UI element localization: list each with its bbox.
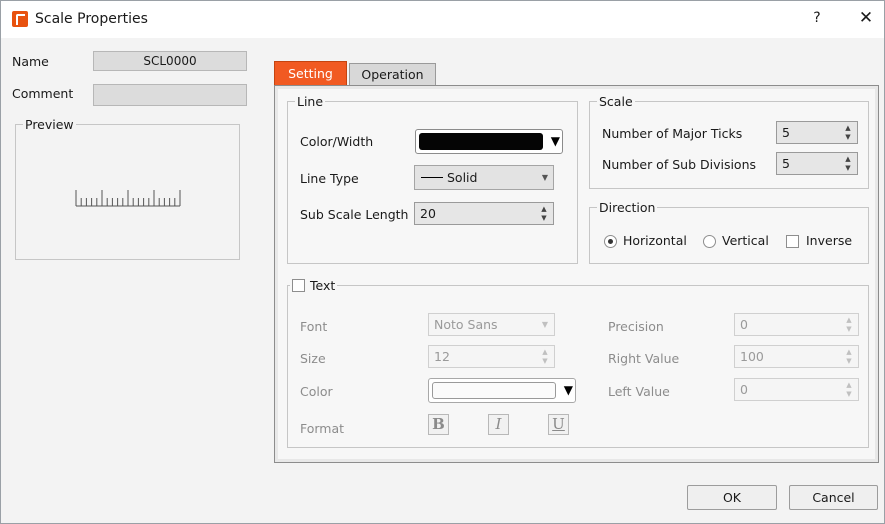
text-legend: Text <box>290 278 338 293</box>
sub-divisions-label: Number of Sub Divisions <box>602 157 757 172</box>
line-type-label: Line Type <box>300 171 359 186</box>
sub-divisions-value: 5 <box>782 156 790 171</box>
tab-operation[interactable]: Operation <box>349 63 436 86</box>
italic-button[interactable]: I <box>488 414 509 435</box>
radio-vertical[interactable] <box>703 235 716 248</box>
dialog-window: Scale Properties ? ✕ Name SCL0000 Commen… <box>0 0 885 524</box>
title-bar: Scale Properties ? ✕ <box>1 1 884 38</box>
spinner-arrows-icon[interactable]: ▲ ▼ <box>839 122 857 143</box>
line-group: Line Color/Width ▼ Line Type Solid ▼ Sub… <box>287 94 578 264</box>
app-icon <box>12 11 28 27</box>
horizontal-label: Horizontal <box>623 233 687 248</box>
font-label: Font <box>300 319 328 334</box>
size-stepper[interactable]: 12 ▲ ▼ <box>428 345 555 368</box>
spinner-arrows-icon[interactable]: ▲ ▼ <box>839 153 857 174</box>
chevron-down-icon: ▼ <box>541 320 549 329</box>
precision-label: Precision <box>608 319 664 334</box>
line-color-picker[interactable]: ▼ <box>415 129 563 154</box>
spinner-arrows-icon[interactable]: ▲ ▼ <box>840 346 858 367</box>
precision-value: 0 <box>740 317 748 332</box>
spinner-arrows-icon[interactable]: ▲ ▼ <box>840 314 858 335</box>
sub-divisions-stepper[interactable]: 5 ▲ ▼ <box>776 152 858 175</box>
dialog-body: Name SCL0000 Comment Preview Setting Ope… <box>9 51 879 519</box>
chevron-down-icon: ▼ <box>541 173 549 182</box>
bold-button[interactable]: B <box>428 414 449 435</box>
font-select[interactable]: Noto Sans ▼ <box>428 313 555 336</box>
tab-setting[interactable]: Setting <box>274 61 347 86</box>
spinner-arrows-icon[interactable]: ▲ ▼ <box>536 346 554 367</box>
chevron-down-icon: ▼ <box>550 134 560 148</box>
format-label: Format <box>300 421 345 436</box>
ok-button[interactable]: OK <box>687 485 777 510</box>
solid-line-icon <box>421 177 443 178</box>
text-color-swatch <box>432 382 556 399</box>
major-ticks-value: 5 <box>782 125 790 140</box>
vertical-label: Vertical <box>722 233 769 248</box>
radio-horizontal[interactable] <box>604 235 617 248</box>
text-group: Text Font Noto Sans ▼ Size 12 ▲▼ Color <box>287 278 869 448</box>
precision-stepper[interactable]: 0 ▲ ▼ <box>734 313 859 336</box>
comment-field[interactable] <box>93 84 247 106</box>
line-type-select[interactable]: Solid ▼ <box>414 165 554 190</box>
color-width-label: Color/Width <box>300 134 374 149</box>
cancel-button[interactable]: Cancel <box>789 485 878 510</box>
setting-panel: Line Color/Width ▼ Line Type Solid ▼ Sub… <box>274 85 879 463</box>
size-value: 12 <box>434 349 450 364</box>
size-label: Size <box>300 351 326 366</box>
window-title: Scale Properties <box>35 11 148 27</box>
line-legend: Line <box>295 94 326 109</box>
spinner-arrows-icon[interactable]: ▲ ▼ <box>535 203 553 224</box>
right-value: 100 <box>740 349 764 364</box>
text-enable-checkbox[interactable] <box>292 279 305 292</box>
inverse-label: Inverse <box>806 233 853 248</box>
direction-group: Direction Horizontal Vertical Inverse <box>589 200 869 264</box>
right-value-stepper[interactable]: 100 ▲ ▼ <box>734 345 859 368</box>
line-type-value: Solid <box>447 170 478 185</box>
chevron-down-icon: ▼ <box>563 383 573 397</box>
close-icon[interactable]: ✕ <box>857 8 875 28</box>
underline-button[interactable]: U <box>548 414 569 435</box>
sub-scale-length-stepper[interactable]: 20 ▲ ▼ <box>414 202 554 225</box>
comment-label: Comment <box>12 86 74 101</box>
help-button[interactable]: ? <box>809 10 825 26</box>
color-label: Color <box>300 384 333 399</box>
preview-group: Preview <box>15 117 240 260</box>
left-value-stepper[interactable]: 0 ▲ ▼ <box>734 378 859 401</box>
sub-scale-length-value: 20 <box>420 206 436 221</box>
text-label: Text <box>310 278 336 293</box>
preview-label: Preview <box>23 117 76 132</box>
scale-legend: Scale <box>597 94 635 109</box>
scale-group: Scale Number of Major Ticks 5 ▲ ▼ Number … <box>589 94 869 189</box>
font-value: Noto Sans <box>434 317 498 332</box>
sub-scale-length-label: Sub Scale Length <box>300 207 409 222</box>
name-label: Name <box>12 54 49 69</box>
line-color-swatch <box>419 133 543 150</box>
left-value-label: Left Value <box>608 384 670 399</box>
right-value-label: Right Value <box>608 351 680 366</box>
inverse-checkbox[interactable] <box>786 235 799 248</box>
direction-legend: Direction <box>597 200 658 215</box>
major-ticks-label: Number of Major Ticks <box>602 126 743 141</box>
scale-preview <box>75 190 181 207</box>
text-color-picker[interactable]: ▼ <box>428 378 576 403</box>
major-ticks-stepper[interactable]: 5 ▲ ▼ <box>776 121 858 144</box>
left-value: 0 <box>740 382 748 397</box>
spinner-arrows-icon[interactable]: ▲ ▼ <box>840 379 858 400</box>
name-field[interactable]: SCL0000 <box>93 51 247 71</box>
